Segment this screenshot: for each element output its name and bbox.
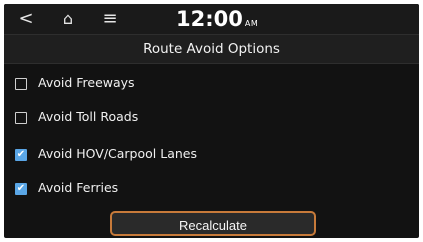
clock-ampm: AM bbox=[244, 19, 259, 28]
back-icon[interactable]: < bbox=[14, 4, 38, 34]
option-label: Avoid Ferries bbox=[38, 180, 119, 195]
option-label: Avoid HOV/Carpool Lanes bbox=[38, 146, 197, 161]
status-bar: < ⌂ ≡ 12:00 AM bbox=[4, 4, 419, 34]
checkbox[interactable]: ✔ bbox=[15, 149, 27, 161]
clock: 12:00 AM bbox=[176, 6, 258, 37]
option-avoid-toll-roads[interactable]: Avoid Toll Roads bbox=[15, 107, 395, 129]
option-avoid-freeways[interactable]: Avoid Freeways bbox=[15, 73, 395, 95]
checkbox[interactable] bbox=[15, 112, 27, 124]
option-label: Avoid Toll Roads bbox=[38, 109, 139, 124]
menu-icon[interactable]: ≡ bbox=[98, 4, 122, 34]
page-title: Route Avoid Options bbox=[143, 41, 280, 57]
checkbox[interactable]: ✔ bbox=[15, 183, 27, 195]
home-icon[interactable]: ⌂ bbox=[56, 4, 80, 34]
option-avoid-ferries[interactable]: ✔ Avoid Ferries bbox=[15, 178, 395, 200]
check-mark-icon: ✔ bbox=[16, 149, 26, 160]
checkbox[interactable] bbox=[15, 78, 27, 90]
option-label: Avoid Freeways bbox=[38, 75, 135, 90]
clock-time: 12:00 bbox=[176, 7, 243, 31]
check-mark-icon: ✔ bbox=[16, 183, 26, 194]
title-bar: Route Avoid Options bbox=[4, 34, 419, 64]
recalculate-button[interactable]: Recalculate bbox=[110, 211, 316, 236]
head-unit-screen: < ⌂ ≡ 12:00 AM Route Avoid Options Avoid … bbox=[4, 4, 419, 238]
option-avoid-hov-lanes[interactable]: ✔ Avoid HOV/Carpool Lanes bbox=[15, 144, 395, 166]
